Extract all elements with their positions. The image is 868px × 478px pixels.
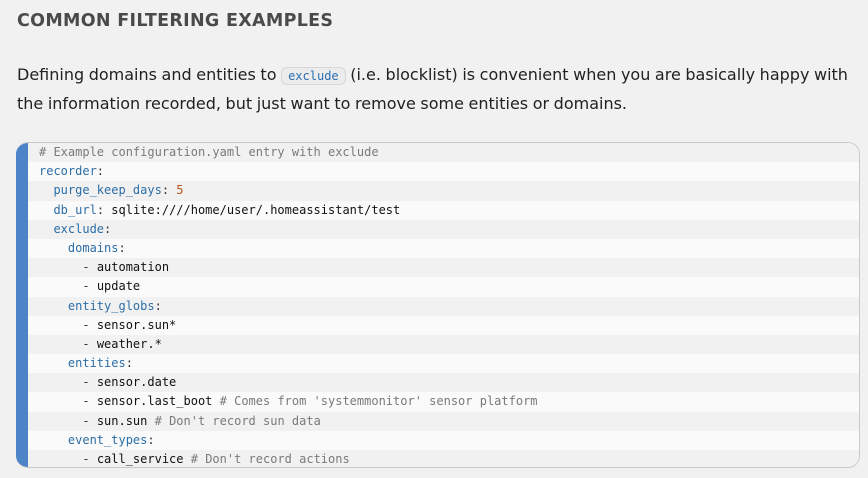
code-line: db_url: sqlite:////home/user/.homeassist…	[53, 202, 401, 217]
code-line: - automation	[28, 258, 859, 278]
code-line: domains:	[67, 240, 126, 255]
paragraph-text-before: Defining domains and entities to	[17, 65, 282, 84]
code-line: - call_service # Don't record actions	[28, 450, 859, 467]
code-line: exclude:	[28, 219, 859, 239]
inline-code-exclude: exclude	[281, 67, 346, 85]
code-line: - sun.sun # Don't record sun data	[28, 411, 859, 431]
code-line: event_types:	[67, 432, 155, 447]
code-block[interactable]: # Example configuration.yaml entry with …	[16, 142, 860, 468]
code-line: - sensor.sun*	[82, 317, 177, 332]
code-line: entities:	[67, 356, 133, 371]
code-line: entity_globs:	[28, 296, 859, 316]
code-line: - weather.*	[28, 334, 859, 355]
code-line: purge_keep_days: 5	[28, 181, 859, 201]
code-line: # Example configuration.yaml entry with …	[28, 143, 859, 163]
section-heading: COMMON FILTERING EXAMPLES	[17, 11, 334, 31]
code-content[interactable]: # Example configuration.yaml entry with …	[28, 143, 859, 467]
code-line: - sensor.last_boot # Comes from 'systemm…	[82, 394, 538, 409]
code-block-accent-bar	[16, 143, 28, 467]
code-line: recorder:	[39, 164, 105, 179]
code-line: - sensor.date	[28, 373, 859, 393]
intro-paragraph: Defining domains and entities to exclude…	[17, 61, 867, 117]
code-line: - update	[82, 279, 141, 294]
